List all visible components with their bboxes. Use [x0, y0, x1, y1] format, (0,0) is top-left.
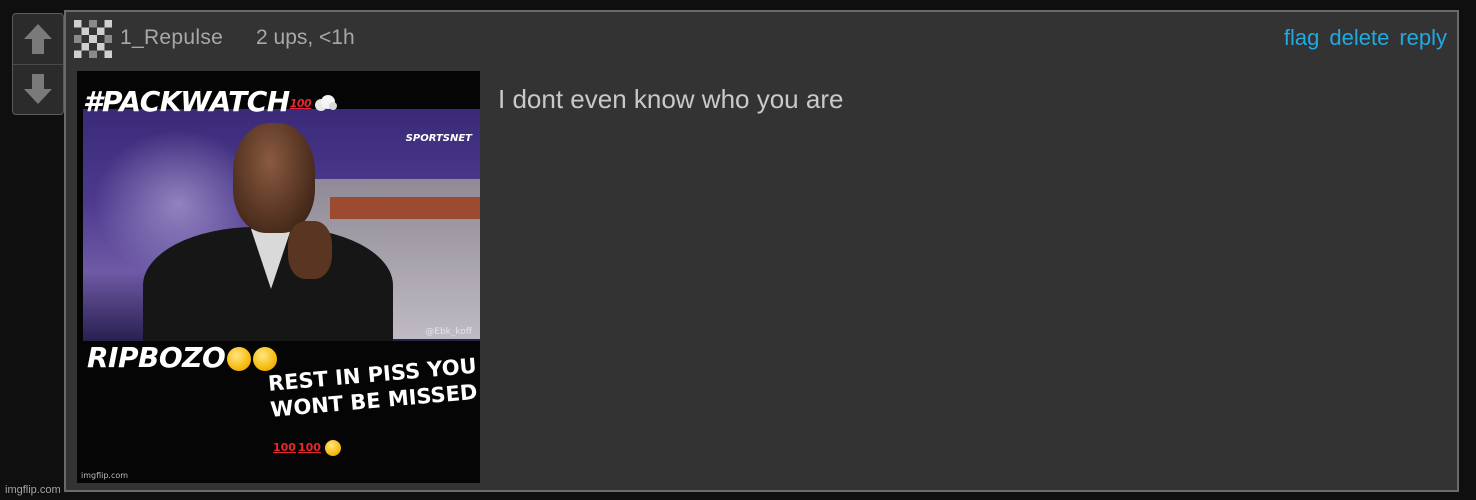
- comment-text: I dont even know who you are: [498, 84, 844, 114]
- reply-link[interactable]: reply: [1399, 25, 1447, 51]
- vote-box: [12, 13, 64, 115]
- smoke-emoji-icon: [313, 87, 338, 120]
- site-watermark: imgflip.com: [5, 484, 61, 496]
- username-link[interactable]: 1_Repulse: [120, 26, 223, 50]
- meme-handle: @Ebk_koff: [425, 327, 472, 337]
- comment-panel: 1_Repulse 2 ups, <1h flag delete reply #…: [64, 10, 1459, 492]
- meme-watermark: imgflip.com: [81, 471, 129, 480]
- comment-image[interactable]: #PACKWATCH100 SPORTSNET @Ebk_koff RIPBOZ…: [77, 71, 480, 483]
- checker-avatar-icon[interactable]: [74, 20, 112, 58]
- meme-bottom-caption: REST IN PISS YOU WONT BE MISSED: [267, 353, 479, 422]
- arrow-up-icon: [24, 23, 52, 54]
- laughing-emoji-icon: [227, 347, 252, 371]
- flag-link[interactable]: flag: [1284, 25, 1319, 51]
- upvote-button[interactable]: [13, 14, 63, 64]
- hundred-emoji-icon: 100: [297, 441, 321, 454]
- network-logo: SPORTSNET: [405, 133, 472, 144]
- meme-top-caption: RIPBOZO: [87, 341, 278, 374]
- comment-actions: flag delete reply: [1284, 25, 1447, 51]
- delete-link[interactable]: delete: [1329, 25, 1389, 51]
- hundred-emoji-icon: 100: [273, 441, 296, 454]
- comment-meta: 2 ups, <1h: [256, 26, 355, 49]
- arrow-down-icon: [24, 74, 52, 105]
- downvote-button[interactable]: [13, 63, 63, 115]
- hundred-emoji-icon: 100: [289, 96, 312, 110]
- laughing-emoji-icon: [324, 439, 341, 456]
- meme-hashtag: #PACKWATCH100: [83, 85, 338, 120]
- laughing-emoji-icon: [253, 347, 278, 371]
- meme-bottom-emojis: 100 100: [273, 437, 341, 456]
